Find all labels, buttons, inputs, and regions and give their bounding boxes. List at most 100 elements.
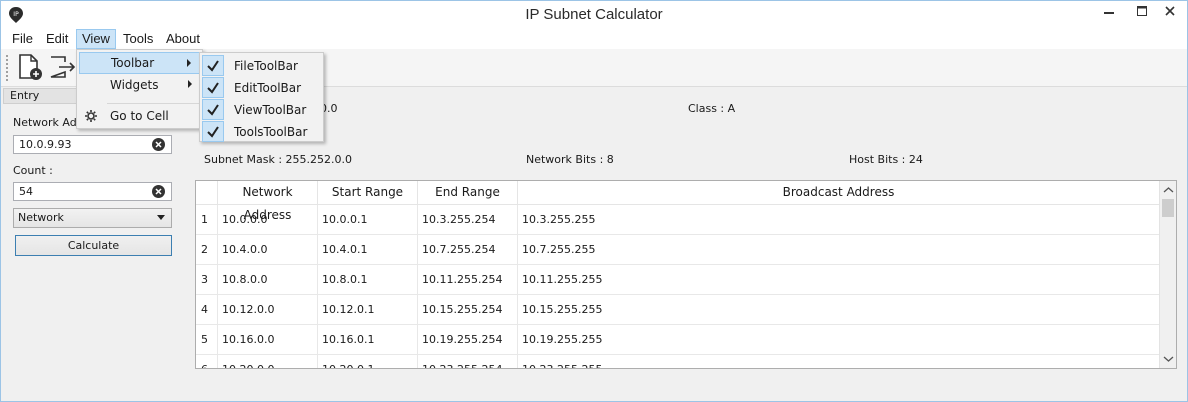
- row-index[interactable]: 1: [196, 205, 218, 235]
- checkmark-icon: [202, 55, 224, 76]
- table-row[interactable]: 3 10.8.0.0 10.8.0.1 10.11.255.254 10.11.255.…: [196, 265, 1160, 295]
- cell-end-range[interactable]: 10.7.255.254: [418, 235, 518, 265]
- menu-item-go-to-cell[interactable]: Go to Cell: [79, 105, 200, 127]
- exit-button[interactable]: [47, 52, 77, 82]
- submenu-arrow-icon: [188, 80, 192, 88]
- row-index[interactable]: 4: [196, 295, 218, 325]
- cell-broadcast-address[interactable]: 10.3.255.255: [518, 205, 1160, 235]
- col-start-range[interactable]: Start Range: [318, 181, 418, 205]
- edittoolbar-label: EditToolBar: [234, 81, 302, 95]
- menu-item-toolbar-label: Toolbar: [111, 56, 155, 70]
- col-broadcast-address[interactable]: Broadcast Address: [518, 181, 1160, 205]
- menu-edit[interactable]: Edit: [41, 29, 73, 49]
- checkmark-icon: [202, 77, 224, 98]
- row-index[interactable]: 5: [196, 325, 218, 355]
- cell-network-address[interactable]: 10.12.0.0: [218, 295, 318, 325]
- scroll-down-icon: [1163, 356, 1174, 362]
- row-index[interactable]: 3: [196, 265, 218, 295]
- cell-end-range[interactable]: 10.23.255.254: [418, 355, 518, 368]
- app-window: IP IP Subnet Calculator File Edit View T…: [0, 0, 1188, 402]
- table-row[interactable]: 1 10.0.0.0 10.0.0.1 10.3.255.254 10.3.255.25…: [196, 205, 1160, 235]
- toolstoolbar-label: ToolsToolBar: [234, 125, 308, 139]
- network-bits-info: Network Bits : 8: [526, 153, 614, 166]
- dropdown-caret-icon: [157, 215, 165, 220]
- cell-broadcast-address[interactable]: 10.19.255.255: [518, 325, 1160, 355]
- cell-broadcast-address[interactable]: 10.23.255.255: [518, 355, 1160, 368]
- new-file-icon: [19, 54, 42, 80]
- clear-icon[interactable]: [152, 185, 165, 198]
- scroll-thumb[interactable]: [1162, 199, 1174, 217]
- cell-start-range[interactable]: 10.8.0.1: [318, 265, 418, 295]
- cell-end-range[interactable]: 10.19.255.254: [418, 325, 518, 355]
- menu-separator: [107, 103, 199, 104]
- submenu-item-filetoolbar[interactable]: FileToolBar: [202, 55, 321, 77]
- vertical-scrollbar[interactable]: [1159, 181, 1176, 368]
- cell-end-range[interactable]: 10.3.255.254: [418, 205, 518, 235]
- maximize-icon: [1137, 6, 1147, 16]
- cell-end-range[interactable]: 10.11.255.254: [418, 265, 518, 295]
- cell-start-range[interactable]: 10.20.0.1: [318, 355, 418, 368]
- cell-network-address[interactable]: 10.20.0.0: [218, 355, 318, 368]
- table-row[interactable]: 610.20.0.010.20.0.110.23.255.25410.23.25…: [196, 355, 1160, 368]
- row-index[interactable]: 6: [196, 355, 218, 368]
- cell-broadcast-address[interactable]: 10.7.255.255: [518, 235, 1160, 265]
- cell-network-address[interactable]: 10.4.0.0: [218, 235, 318, 265]
- table-row[interactable]: 5 10.16.0.0 10.16.0.1 10.19.255.254 10.19.25…: [196, 325, 1160, 355]
- scroll-up-icon: [1163, 187, 1174, 193]
- row-index[interactable]: 2: [196, 235, 218, 265]
- table-header: Network Address Start Range End Range Br…: [196, 181, 1160, 222]
- view-menu-dropdown: Toolbar Widgets Go to Cell: [76, 49, 203, 129]
- cell-end-range[interactable]: 10.15.255.254: [418, 295, 518, 325]
- menu-item-widgets[interactable]: Widgets: [79, 74, 200, 96]
- cell-start-range[interactable]: 10.12.0.1: [318, 295, 418, 325]
- host-bits-info: Host Bits : 24: [849, 153, 923, 166]
- entry-panel: Entry Network Add 10.0.9.93 Count : 54 N…: [1, 88, 185, 401]
- menu-about[interactable]: About: [161, 29, 205, 49]
- table-row[interactable]: 2 10.4.0.0 10.4.0.1 10.7.255.254 10.7.255.25…: [196, 235, 1160, 265]
- network-address-label: Network Add: [13, 116, 84, 129]
- submenu-item-viewtoolbar[interactable]: ViewToolBar: [202, 99, 321, 121]
- subnet-mask-info: Subnet Mask : 255.252.0.0: [204, 153, 352, 166]
- exit-icon: [50, 56, 76, 78]
- submenu-item-toolstoolbar[interactable]: ToolsToolBar: [202, 121, 321, 143]
- menu-item-toolbar[interactable]: Toolbar: [79, 52, 200, 74]
- submenu-arrow-icon: [187, 59, 191, 67]
- submenu-item-edittoolbar[interactable]: EditToolBar: [202, 77, 321, 99]
- cell-network-address[interactable]: 10.16.0.0: [218, 325, 318, 355]
- cell-broadcast-address[interactable]: 10.15.255.255: [518, 295, 1160, 325]
- corner-header[interactable]: [196, 181, 218, 205]
- cell-start-range[interactable]: 10.16.0.1: [318, 325, 418, 355]
- menu-view[interactable]: View: [76, 29, 116, 49]
- menu-item-go-to-cell-label: Go to Cell: [110, 109, 169, 123]
- cell-network-address[interactable]: 10.0.0.0: [218, 205, 318, 235]
- count-input[interactable]: 54: [13, 182, 172, 201]
- toolbar-submenu: FileToolBar EditToolBar ViewToolBar Tool…: [199, 52, 324, 142]
- viewtoolbar-label: ViewToolBar: [234, 103, 307, 117]
- minimize-icon: [1104, 12, 1114, 14]
- cell-start-range[interactable]: 10.0.0.1: [318, 205, 418, 235]
- close-icon: [1165, 6, 1175, 16]
- mode-select-value: Network: [18, 211, 64, 224]
- cell-network-address[interactable]: 10.8.0.0: [218, 265, 318, 295]
- table-row[interactable]: 4 10.12.0.0 10.12.0.1 10.15.255.254 10.15.25…: [196, 295, 1160, 325]
- cell-broadcast-address[interactable]: 10.11.255.255: [518, 265, 1160, 295]
- clear-icon[interactable]: [152, 138, 165, 151]
- menu-file[interactable]: File: [7, 29, 38, 49]
- results-table[interactable]: Network Address Start Range End Range Br…: [195, 180, 1177, 369]
- menu-bar: File Edit View Tools About: [1, 29, 1187, 49]
- new-button[interactable]: [15, 52, 45, 82]
- class-info: Class : A: [688, 102, 736, 115]
- mode-select[interactable]: Network: [13, 208, 172, 228]
- col-network-address[interactable]: Network Address: [218, 181, 318, 222]
- minimize-button[interactable]: [1093, 1, 1125, 23]
- network-address-input[interactable]: 10.0.9.93: [13, 135, 172, 154]
- menu-item-widgets-label: Widgets: [110, 78, 159, 92]
- menu-tools[interactable]: Tools: [118, 29, 158, 49]
- cell-start-range[interactable]: 10.4.0.1: [318, 235, 418, 265]
- toolbar-grip[interactable]: [6, 55, 9, 81]
- col-end-range[interactable]: End Range: [418, 181, 518, 205]
- calculate-button[interactable]: Calculate: [15, 235, 172, 256]
- window-title: IP Subnet Calculator: [525, 6, 663, 23]
- checkmark-icon: [202, 121, 224, 142]
- close-button[interactable]: [1153, 1, 1187, 23]
